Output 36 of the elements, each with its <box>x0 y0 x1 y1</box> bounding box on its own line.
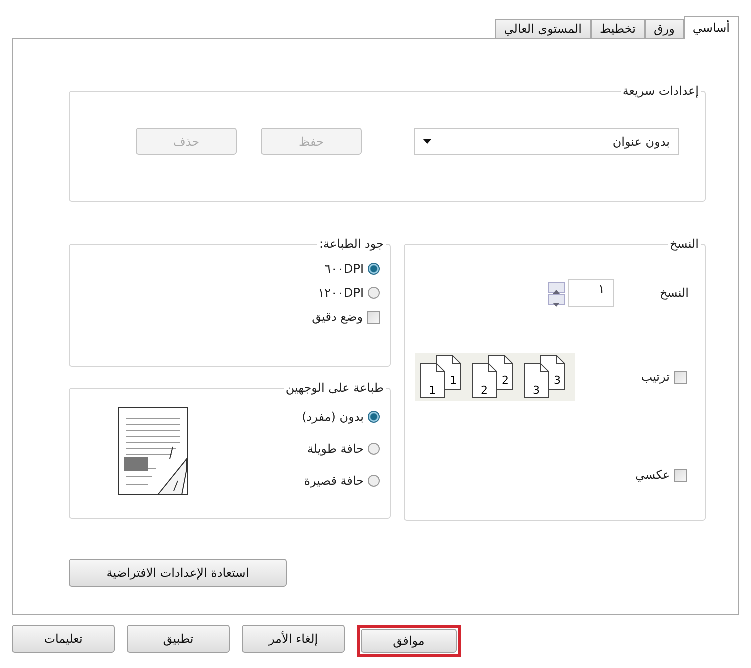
checkbox[interactable] <box>367 310 380 324</box>
help-button[interactable]: تعليمات <box>12 625 115 653</box>
tab[interactable]: المستوى العالي <box>495 19 592 38</box>
tab[interactable]: تخطيط <box>591 19 645 38</box>
option-label: ٦٠٠DPI <box>324 261 364 278</box>
radio-button[interactable] <box>368 475 380 487</box>
option-label: حافة طويلة <box>307 441 364 458</box>
field-label: النسخ <box>660 285 689 302</box>
collate-pages-drawing: 3 3 2 2 1 1 <box>415 353 575 401</box>
preset-dropdown[interactable]: بدون عنوان <box>414 128 679 155</box>
spin-down-button[interactable] <box>548 294 565 304</box>
cancel-button[interactable]: إلغاء الأمر <box>242 625 345 653</box>
option-label: حافة قصيرة <box>304 473 364 490</box>
ok-button[interactable]: موافق <box>361 629 457 653</box>
option-label: ترتيب <box>641 369 670 386</box>
radio-button[interactable] <box>368 411 380 423</box>
radio-button[interactable] <box>368 263 380 275</box>
group-title: النسخ <box>668 237 700 251</box>
option-label: وضع دقيق <box>312 309 363 326</box>
copies-field[interactable]: ١ <box>568 279 614 307</box>
tab[interactable]: ورق <box>644 19 684 38</box>
group-title: طباعة على الوجهين <box>284 381 385 395</box>
caret-icon <box>423 139 432 144</box>
restore-defaults-button[interactable]: استعادة الإعدادات الافتراضية <box>69 559 287 587</box>
group-title: جود الطباعة: <box>318 237 385 251</box>
spin-up-button[interactable] <box>548 282 565 292</box>
option-label: عكسي <box>636 467 670 484</box>
radio-button[interactable] <box>368 287 380 299</box>
option-label: ١٢٠٠DPI <box>318 285 364 302</box>
apply-button[interactable]: تطبيق <box>127 625 230 653</box>
radio-button[interactable] <box>368 443 380 455</box>
checkbox[interactable] <box>674 370 687 384</box>
tab[interactable]: أساسي <box>684 16 739 39</box>
group-title: إعدادات سريعة <box>622 84 700 98</box>
checkbox[interactable] <box>674 468 687 482</box>
option-label: بدون (مفرد) <box>302 409 364 426</box>
